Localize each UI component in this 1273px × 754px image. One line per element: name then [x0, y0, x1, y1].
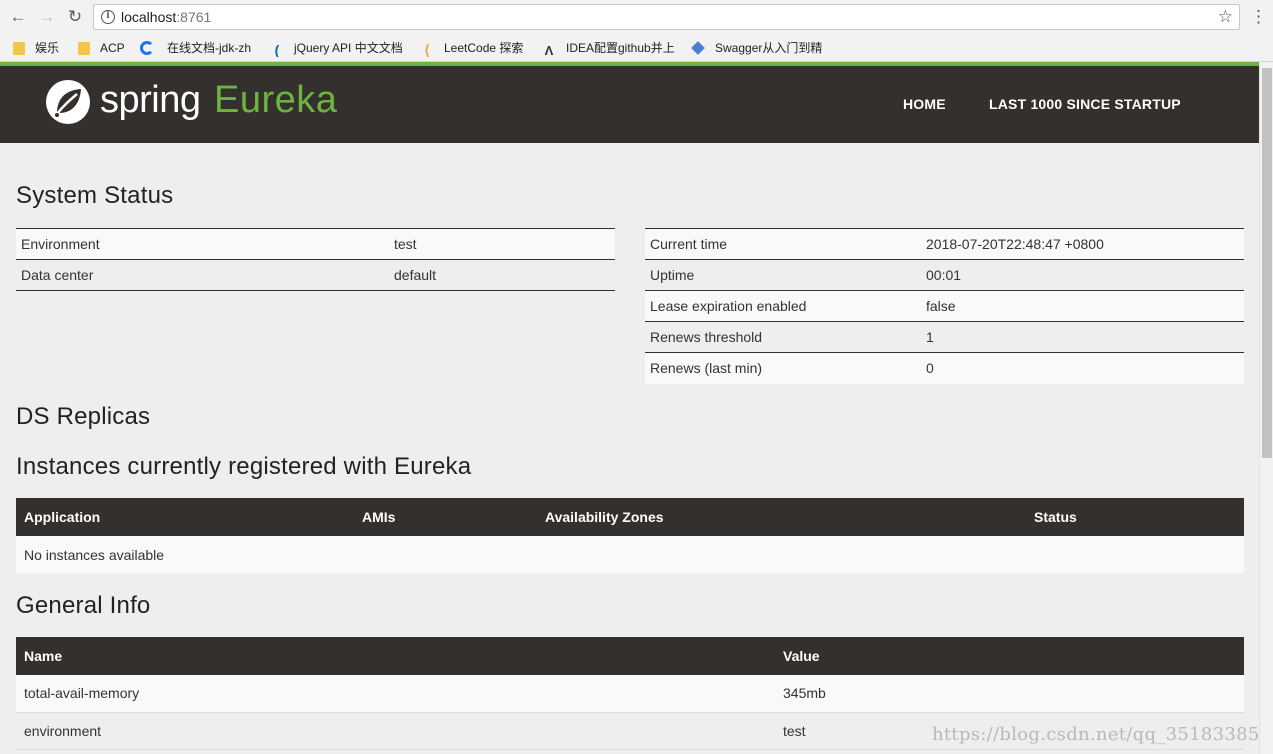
info-name: total-avail-memory [16, 675, 775, 713]
bookmark-label: LeetCode 探索 [444, 41, 524, 55]
col-amis: AMIs [354, 498, 537, 536]
bookmark-jdk-docs[interactable]: 在线文档-jdk-zh [140, 39, 260, 57]
leetcode-logo-icon: ⟨ [424, 42, 430, 57]
nav-last-1000-link[interactable]: LAST 1000 SINCE STARTUP [989, 96, 1181, 112]
col-application: Application [16, 498, 354, 536]
back-arrow-icon[interactable]: ← [7, 6, 29, 28]
instances-title: Instances currently registered with Eure… [16, 453, 472, 480]
info-name: environment [16, 712, 775, 750]
status-key: Environment [16, 228, 389, 260]
spring-leaf-icon[interactable] [44, 78, 92, 126]
brand-spring[interactable]: spring [100, 79, 201, 122]
table-header-row: Application AMIs Availability Zones Stat… [16, 498, 1244, 536]
table-row: Uptime 00:01 [645, 259, 1244, 291]
col-name: Name [16, 637, 775, 675]
table-row: Environment test [16, 228, 615, 260]
watermark-text: https://blog.csdn.net/qq_35183385 [932, 724, 1260, 745]
system-status-left-table: Environment test Data center default [16, 228, 615, 291]
info-value: 345mb [775, 675, 1244, 713]
status-value: 1 [921, 321, 1244, 353]
table-row: Renews threshold 1 [645, 321, 1244, 353]
browser-menu-icon[interactable]: ⋮ [1250, 6, 1267, 28]
c-logo-icon [140, 41, 154, 55]
swagger-logo-icon [691, 41, 705, 55]
reload-icon[interactable]: ↻ [64, 6, 86, 28]
bookmark-label: 娱乐 [35, 41, 60, 55]
table-row: No instances available [16, 536, 1244, 573]
status-value: 0 [921, 352, 1244, 384]
bookmark-swagger[interactable]: Swagger从入门到精 [691, 39, 829, 57]
status-key: Data center [16, 259, 389, 291]
status-key: Renews threshold [645, 321, 921, 353]
nav-home-link[interactable]: HOME [903, 96, 946, 112]
col-value: Value [775, 637, 1244, 675]
status-key: Lease expiration enabled [645, 290, 921, 322]
info-icon[interactable]: i [101, 10, 115, 24]
table-row: Renews (last min) 0 [645, 352, 1244, 384]
bookmark-label: ACP [100, 41, 125, 55]
jquery-logo-icon: ( [274, 42, 280, 57]
empty-instances-text: No instances available [16, 536, 1244, 573]
status-key: Renews (last min) [645, 352, 921, 384]
status-value: test [389, 228, 615, 260]
brand-eureka[interactable]: Eureka [214, 79, 337, 122]
table-row: Current time 2018-07-20T22:48:47 +0800 [645, 228, 1244, 260]
table-row: Lease expiration enabled false [645, 290, 1244, 322]
table-header-row: Name Value [16, 637, 1244, 675]
col-availability-zones: Availability Zones [537, 498, 1026, 536]
status-value: false [921, 290, 1244, 322]
bookmark-star-icon[interactable]: ☆ [1218, 7, 1233, 27]
status-key: Uptime [645, 259, 921, 291]
bookmark-label: jQuery API 中文文档 [294, 41, 403, 55]
bookmark-acp[interactable]: ACP [78, 39, 125, 57]
url-host: localhost [121, 9, 177, 25]
instances-table: Application AMIs Availability Zones Stat… [16, 498, 1244, 573]
bookmarks-bar: 娱乐 ACP 在线文档-jdk-zh ( jQuery API 中文文档 ⟨ Lee… [0, 34, 1273, 62]
table-row: total-avail-memory 345mb [16, 675, 1244, 713]
navbar: spring Eureka HOME LAST 1000 SINCE START… [0, 66, 1259, 143]
system-status-title: System Status [16, 182, 174, 209]
folder-icon [13, 42, 25, 55]
bookmark-yule[interactable]: 娱乐 [13, 39, 59, 57]
general-info-title: General Info [16, 592, 151, 619]
bookmark-label: 在线文档-jdk-zh [167, 41, 252, 55]
bookmark-idea-github[interactable]: Λ IDEA配置github并上 [542, 39, 679, 57]
idea-logo-icon: Λ [544, 43, 554, 58]
bookmark-leetcode[interactable]: ⟨ LeetCode 探索 [420, 39, 532, 57]
browser-toolbar: ← → ↻ i localhost:8761 ☆ ⋮ [0, 0, 1273, 34]
folder-icon [78, 42, 90, 55]
col-status: Status [1026, 498, 1244, 536]
address-bar[interactable]: i localhost:8761 ☆ [93, 4, 1240, 30]
url-port: :8761 [176, 9, 212, 25]
scrollbar-thumb[interactable] [1262, 68, 1272, 458]
vertical-scrollbar[interactable] [1259, 62, 1273, 754]
bookmark-label: IDEA配置github并上 [566, 41, 675, 55]
status-value: 00:01 [921, 259, 1244, 291]
forward-arrow-icon[interactable]: → [36, 6, 58, 28]
url-text[interactable]: localhost:8761 [121, 9, 211, 25]
status-value: 2018-07-20T22:48:47 +0800 [921, 228, 1244, 260]
status-key: Current time [645, 228, 921, 260]
table-row: Data center default [16, 259, 615, 291]
ds-replicas-title: DS Replicas [16, 403, 151, 430]
bookmark-label: Swagger从入门到精 [715, 41, 823, 55]
system-status-right-table: Current time 2018-07-20T22:48:47 +0800 U… [645, 228, 1244, 384]
status-value: default [389, 259, 615, 291]
bookmark-jquery-api[interactable]: ( jQuery API 中文文档 [270, 39, 407, 57]
page-content: spring Eureka HOME LAST 1000 SINCE START… [0, 62, 1259, 754]
